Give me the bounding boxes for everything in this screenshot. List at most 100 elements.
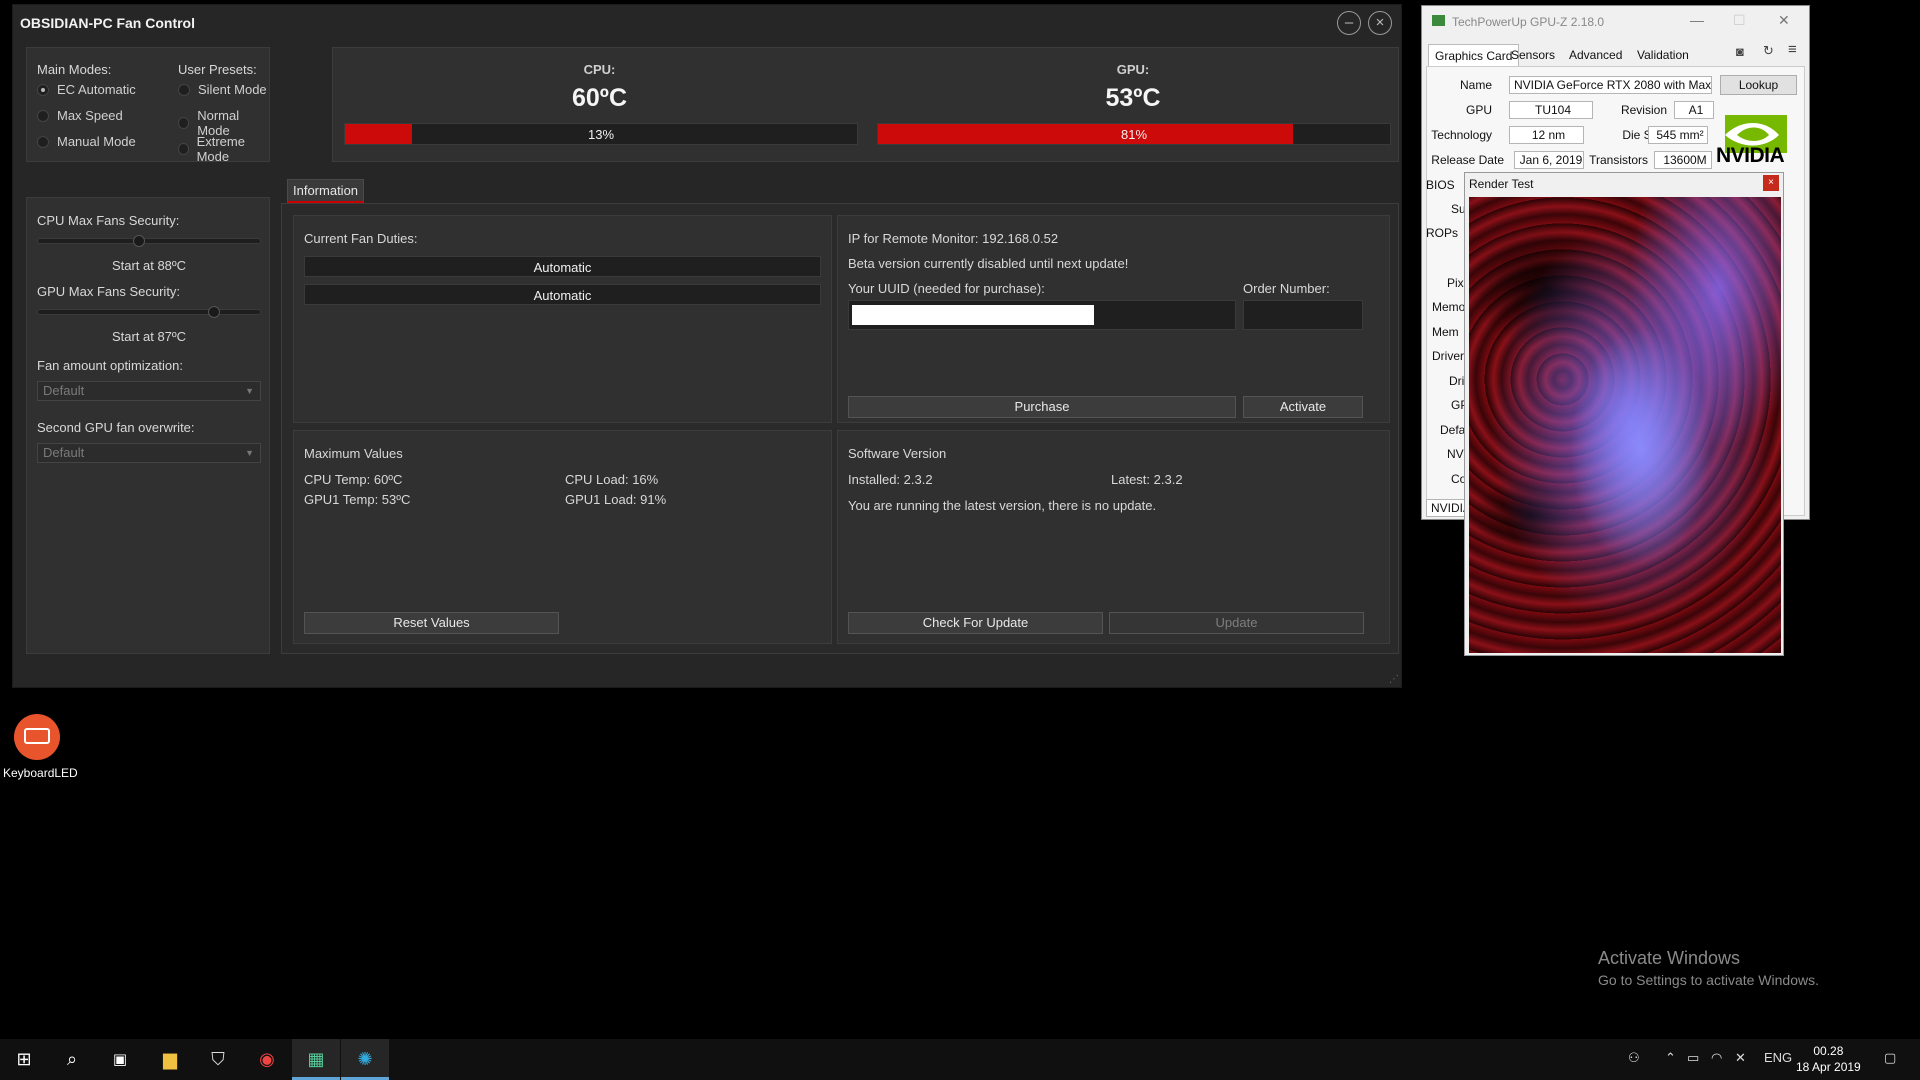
- transistors-field: 13600M: [1654, 151, 1712, 169]
- window-title: OBSIDIAN-PC Fan Control: [20, 15, 195, 31]
- store-icon[interactable]: ⛉: [194, 1039, 242, 1080]
- transistors-label: Transistors: [1589, 153, 1648, 167]
- cpu-security-slider[interactable]: [37, 235, 261, 247]
- partial-label: Mem: [1432, 325, 1459, 339]
- file-explorer-icon[interactable]: ▆: [146, 1039, 194, 1080]
- lookup-button[interactable]: Lookup: [1720, 75, 1797, 95]
- keyboard-icon: [24, 728, 50, 744]
- fan-control-window: OBSIDIAN-PC Fan Control – × Main Modes: …: [12, 4, 1402, 688]
- purchase-button[interactable]: Purchase: [848, 396, 1236, 418]
- installed-version: Installed: 2.3.2: [848, 472, 933, 487]
- check-update-button[interactable]: Check For Update: [848, 612, 1103, 634]
- gpuz-title: TechPowerUp GPU-Z 2.18.0: [1452, 15, 1605, 29]
- fan-duties-panel: Current Fan Duties: Automatic Automatic: [293, 215, 832, 423]
- modes-panel: Main Modes: User Presets: EC Automatic M…: [26, 47, 270, 164]
- task-view-icon[interactable]: ▣: [96, 1039, 144, 1080]
- order-number-field[interactable]: [1243, 300, 1363, 330]
- software-version-panel: Software Version Installed: 2.3.2 Latest…: [837, 430, 1390, 644]
- radio-max-speed[interactable]: Max Speed: [37, 108, 123, 123]
- radio-silent-mode[interactable]: Silent Mode: [178, 82, 267, 97]
- reset-values-button[interactable]: Reset Values: [304, 612, 559, 634]
- fan-duty-row: Automatic: [304, 284, 821, 305]
- windows-start-icon[interactable]: ⊞: [0, 1039, 48, 1080]
- clock[interactable]: 00.28 18 Apr 2019: [1796, 1043, 1861, 1075]
- fan-duty-row: Automatic: [304, 256, 821, 277]
- network-icon[interactable]: ◠: [1711, 1050, 1722, 1066]
- user-presets-label: User Presets:: [178, 62, 257, 77]
- max-cpu-temp: CPU Temp: 60ºC: [304, 472, 403, 487]
- release-date-label: Release Date: [1431, 153, 1504, 167]
- technology-field: 12 nm: [1509, 126, 1584, 144]
- notifications-icon[interactable]: ▢: [1884, 1050, 1896, 1066]
- partial-label: Memo: [1432, 300, 1466, 314]
- second-gpu-select[interactable]: Default ▼: [37, 443, 261, 463]
- partial-label: Driver: [1432, 349, 1464, 363]
- cpu-security-value: Start at 88ºC: [111, 258, 187, 273]
- max-gpu-load: GPU1 Load: 91%: [565, 492, 667, 507]
- chevron-up-icon[interactable]: ⌃: [1665, 1050, 1676, 1066]
- gpu-load-text: 81%: [1120, 127, 1148, 142]
- tab-information[interactable]: Information: [287, 179, 365, 203]
- max-values-title: Maximum Values: [304, 446, 403, 461]
- radio-indicator: [37, 109, 49, 122]
- resize-grip-icon[interactable]: ⋰: [1389, 674, 1399, 685]
- radio-indicator: [37, 83, 49, 96]
- people-icon[interactable]: ⚇: [1628, 1050, 1640, 1066]
- keyboardled-desktop-icon[interactable]: [14, 714, 60, 760]
- uuid-field[interactable]: [848, 300, 1236, 330]
- latest-version: Latest: 2.3.2: [1111, 472, 1183, 487]
- radio-indicator: [178, 143, 189, 155]
- revision-label: Revision: [1620, 103, 1667, 117]
- render-test-window: Render Test ×: [1464, 172, 1784, 656]
- update-button[interactable]: Update: [1109, 612, 1364, 634]
- update-status: You are running the latest version, ther…: [848, 498, 1157, 513]
- taskbar: ⊞ ⌕ ▣ ▆ ⛉ ◉ ▦ ✺ ⚇ ⌃ ▭ ◠ ✕ ENG 00.28 18 A…: [0, 1039, 1920, 1080]
- camera-icon[interactable]: ◙: [1736, 44, 1744, 59]
- language-indicator[interactable]: ENG: [1764, 1050, 1792, 1065]
- battery-icon[interactable]: ▭: [1687, 1050, 1699, 1066]
- release-date-field: Jan 6, 2019: [1514, 151, 1584, 169]
- fan-opt-select[interactable]: Default ▼: [37, 381, 261, 401]
- remote-purchase-panel: IP for Remote Monitor: 192.168.0.52 Beta…: [837, 215, 1390, 423]
- render-canvas: [1469, 197, 1781, 653]
- gpuz-taskbar-icon[interactable]: ▦: [292, 1039, 340, 1080]
- clock-date: 18 Apr 2019: [1796, 1060, 1861, 1074]
- refresh-icon[interactable]: ↻: [1763, 43, 1774, 59]
- close-icon[interactable]: ✕: [1778, 12, 1790, 29]
- cpu-load-bar: 13%: [344, 123, 858, 145]
- render-test-title: Render Test: [1469, 177, 1534, 191]
- maximum-values-panel: Maximum Values CPU Temp: 60ºC GPU1 Temp:…: [293, 430, 832, 644]
- close-button[interactable]: ×: [1368, 11, 1392, 35]
- chevron-down-icon: ▼: [245, 386, 254, 396]
- speaker-muted-icon[interactable]: ✕: [1735, 1050, 1746, 1066]
- slider-handle[interactable]: [208, 306, 220, 318]
- gpu-label: GPU: [1465, 103, 1492, 117]
- close-button[interactable]: ×: [1763, 175, 1779, 191]
- main-modes-label: Main Modes:: [37, 62, 112, 77]
- gpu-security-value: Start at 87ºC: [111, 329, 187, 344]
- slider-handle[interactable]: [133, 235, 145, 247]
- tab-advanced[interactable]: Advanced: [1563, 44, 1628, 66]
- temperature-panel: CPU: 60ºC 13% GPU: 53ºC 81%: [332, 47, 1399, 162]
- maximize-icon[interactable]: ☐: [1733, 12, 1746, 29]
- title-bar[interactable]: OBSIDIAN-PC Fan Control – ×: [13, 5, 1401, 41]
- chrome-icon[interactable]: ◉: [243, 1039, 291, 1080]
- cpu-label: CPU:: [583, 62, 616, 77]
- menu-icon[interactable]: ≡: [1788, 41, 1797, 58]
- uuid-label: Your UUID (needed for purchase):: [848, 281, 1045, 296]
- nvidia-logo-text: NVIDIA: [1716, 144, 1785, 167]
- minimize-button[interactable]: –: [1337, 11, 1361, 35]
- radio-ec-automatic[interactable]: EC Automatic: [37, 82, 136, 97]
- radio-manual-mode[interactable]: Manual Mode: [37, 134, 136, 149]
- fan-opt-label: Fan amount optimization:: [37, 358, 183, 373]
- activate-button[interactable]: Activate: [1243, 396, 1363, 418]
- radio-extreme-mode[interactable]: Extreme Mode: [178, 134, 269, 164]
- search-icon[interactable]: ⌕: [48, 1039, 96, 1080]
- partial-label: BIOS: [1426, 178, 1455, 192]
- tab-sensors[interactable]: Sensors: [1505, 44, 1561, 66]
- second-gpu-label: Second GPU fan overwrite:: [37, 420, 195, 435]
- tab-validation[interactable]: Validation: [1631, 44, 1695, 66]
- gpu-security-slider[interactable]: [37, 306, 261, 318]
- fan-control-taskbar-icon[interactable]: ✺: [341, 1039, 389, 1080]
- minimize-icon[interactable]: —: [1690, 12, 1704, 28]
